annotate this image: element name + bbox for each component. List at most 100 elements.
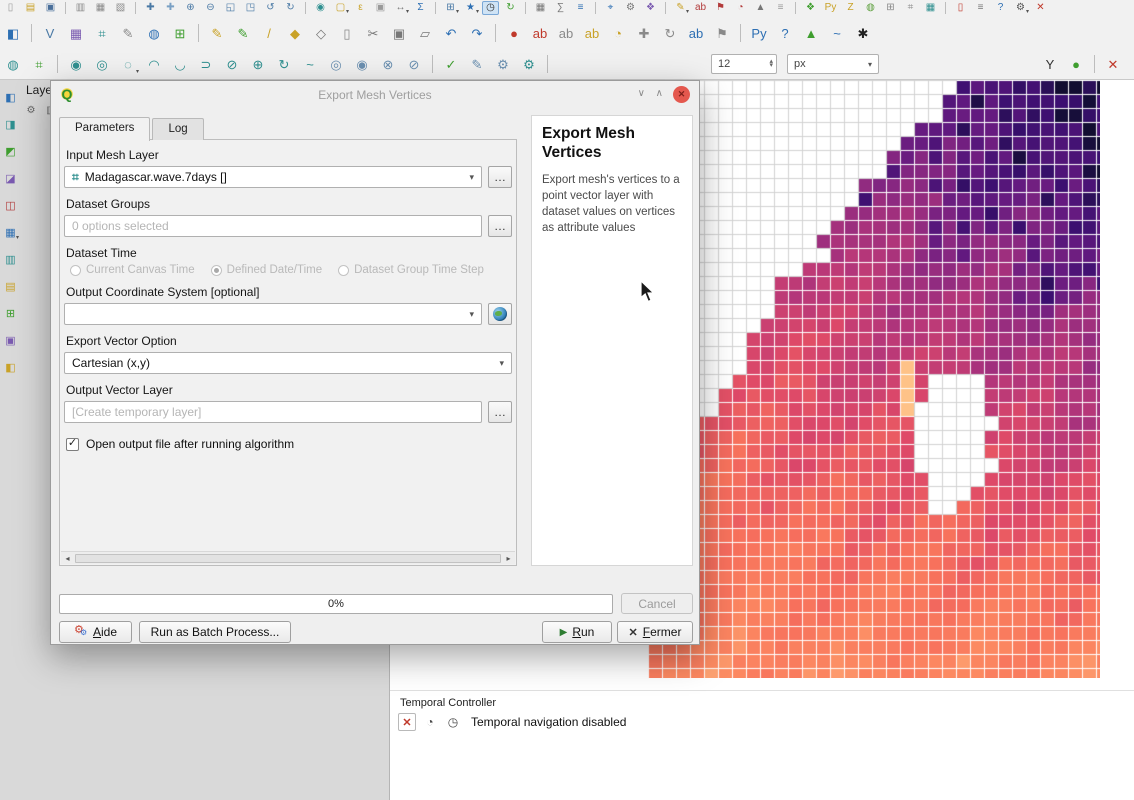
move-label-icon[interactable]: ✚ xyxy=(633,22,655,44)
add-mssql-layer-icon[interactable]: ◪ xyxy=(2,171,19,187)
add-oracle-layer-icon[interactable]: ◫ xyxy=(2,198,19,214)
attribute-table-icon[interactable]: ▦ xyxy=(532,1,549,15)
log-icon[interactable]: ≡ xyxy=(972,1,989,15)
log-messages-icon[interactable]: ▯ xyxy=(952,1,969,15)
rotate-feature-icon[interactable]: ↻ xyxy=(273,53,295,75)
add-vector-layer-icon[interactable]: V xyxy=(39,22,61,44)
geometry-checker-icon[interactable]: ◉ xyxy=(65,53,87,75)
digitize-line-icon[interactable]: / xyxy=(258,22,280,44)
db-manager-icon[interactable]: ▦ xyxy=(922,1,939,15)
scale-bar-icon[interactable]: ≡ xyxy=(772,1,789,15)
close-button[interactable]: ✕ Fermer xyxy=(617,621,693,643)
output-vector-layer-browse-button[interactable]: … xyxy=(488,401,512,423)
input-mesh-layer-browse-button[interactable]: … xyxy=(488,166,512,188)
dataset-groups-field[interactable]: 0 options selected xyxy=(64,215,482,237)
add-mesh-layer-icon[interactable]: ⌗ xyxy=(91,22,113,44)
run-button[interactable]: ▶ Run xyxy=(542,621,612,643)
radio-defined-date-time[interactable]: Defined Date/Time xyxy=(211,264,322,276)
topology-checker-icon[interactable]: ◎ xyxy=(91,53,113,75)
new-3d-map-icon[interactable]: ▲ xyxy=(800,22,822,44)
reshape-features-icon[interactable]: ⊃ xyxy=(195,53,217,75)
horizontal-scrollbar[interactable]: ◂ ▸ xyxy=(61,551,515,564)
map-tips-icon[interactable]: ab xyxy=(692,1,709,15)
rotate-label-icon[interactable]: ↻ xyxy=(659,22,681,44)
fill-ring-icon[interactable]: ◉ xyxy=(351,53,373,75)
elevation-profile-icon[interactable]: ~ xyxy=(826,22,848,44)
field-calculator-icon[interactable]: ∑ xyxy=(552,1,569,15)
open-output-checkbox[interactable]: ✓ Open output file after running algorit… xyxy=(66,437,512,451)
select-features-icon[interactable]: ▢▾ xyxy=(332,1,349,15)
help-icon[interactable]: ? xyxy=(774,22,796,44)
spinner-arrows-icon[interactable]: ▴▾ xyxy=(769,60,773,68)
redo-icon[interactable]: ↷ xyxy=(466,22,488,44)
unit-combo[interactable]: px ▾ xyxy=(787,54,879,74)
snapping-options-icon[interactable]: ◌▾ xyxy=(117,53,139,75)
chevron-up-icon[interactable]: ∧ xyxy=(656,88,663,99)
layers-options-icon[interactable]: ⚙ xyxy=(24,104,38,118)
delete-part-icon[interactable]: ⊘ xyxy=(403,53,425,75)
spin-down-icon[interactable]: ▾ xyxy=(769,64,773,68)
trace-icon[interactable]: ◠ xyxy=(143,53,165,75)
zoom-last-icon[interactable]: ↺ xyxy=(262,1,279,15)
model-designer-icon[interactable]: ⚙ xyxy=(492,53,514,75)
add-feature-icon[interactable]: ◆ xyxy=(284,22,306,44)
new-project-icon[interactable]: ▯ xyxy=(2,1,19,15)
add-wfs-layer-icon[interactable]: ▥ xyxy=(2,252,19,268)
save-project-icon[interactable]: ▣ xyxy=(42,1,59,15)
tab-log[interactable]: Log xyxy=(152,118,203,140)
cancel-button[interactable]: Cancel xyxy=(621,593,693,614)
new-map-view-icon[interactable]: ⊞▾ xyxy=(442,1,459,15)
deselect-features-icon[interactable]: ▣ xyxy=(372,1,389,15)
annotation-icon[interactable]: ✎▾ xyxy=(672,1,689,15)
scroll-left-icon[interactable]: ◂ xyxy=(61,554,74,563)
tab-parameters[interactable]: Parameters xyxy=(59,117,150,141)
add-spatialite-layer-icon[interactable]: ◩ xyxy=(2,144,19,160)
label-abc-red-icon[interactable]: ab xyxy=(529,22,551,44)
add-ring-icon[interactable]: ◎ xyxy=(325,53,347,75)
merge-features-icon[interactable]: ⊕ xyxy=(247,53,269,75)
processing-toolbox-icon[interactable]: ⚙ xyxy=(622,1,639,15)
zoom-out-icon[interactable]: ⊖ xyxy=(202,1,219,15)
georeferencer-icon[interactable]: ⊞ xyxy=(882,1,899,15)
style-manager-icon[interactable]: ❖ xyxy=(642,1,659,15)
new-bookmark-icon[interactable]: ⚑ xyxy=(712,1,729,15)
raster-calculator-icon[interactable]: ⌗ xyxy=(902,1,919,15)
zoom-in-icon[interactable]: ⊕ xyxy=(182,1,199,15)
close-icon[interactable]: ✕ xyxy=(673,86,690,103)
decorations-icon[interactable]: ◔ xyxy=(732,1,749,15)
plugins-icon[interactable]: ❖ xyxy=(802,1,819,15)
save-edits-icon[interactable]: ✎ xyxy=(232,22,254,44)
copy-features-icon[interactable]: ▣ xyxy=(388,22,410,44)
temporal-disabled-icon[interactable]: ✕ xyxy=(398,713,416,731)
add-point-cloud-icon[interactable]: ⊞ xyxy=(169,22,191,44)
add-wms-layer-icon[interactable]: ▦▾ xyxy=(2,225,19,241)
browser-panel-icon[interactable]: ◧ xyxy=(2,90,19,106)
remove-tool-icon[interactable]: ✕ xyxy=(1102,53,1124,75)
metasearch-icon[interactable]: ◍ xyxy=(2,53,24,75)
new-layout-icon[interactable]: ▦ xyxy=(92,1,109,15)
select-crs-button[interactable] xyxy=(488,303,512,325)
zoom-native-icon[interactable]: ◱ xyxy=(222,1,239,15)
statistical-summary-icon[interactable]: Σ xyxy=(412,1,429,15)
run-as-batch-button[interactable]: Run as Batch Process... xyxy=(139,621,291,643)
layer-labeling-icon[interactable]: ab xyxy=(555,22,577,44)
scrollbar-thumb[interactable] xyxy=(75,554,501,563)
python-icon[interactable]: Py xyxy=(822,1,839,15)
add-web-layer-icon[interactable]: ◍ xyxy=(143,22,165,44)
add-postgis-layer-icon[interactable]: ◨ xyxy=(2,117,19,133)
map-theme-icon[interactable]: ● xyxy=(1065,53,1087,75)
input-mesh-layer-combo[interactable]: ⌗ Madagascar.wave.7days [] ▾ xyxy=(64,166,482,188)
label-highlight-icon[interactable]: ab xyxy=(581,22,603,44)
temporal-fixed-range-icon[interactable]: ◔ xyxy=(421,713,439,731)
scroll-right-icon[interactable]: ▸ xyxy=(502,554,515,563)
help-contents-icon[interactable]: ? xyxy=(992,1,1009,15)
pin-label-icon[interactable]: ⚑ xyxy=(711,22,733,44)
open-project-icon[interactable]: ▤ xyxy=(22,1,39,15)
paste-features-icon[interactable]: ▱ xyxy=(414,22,436,44)
batch-gear-icon[interactable]: ⚙ xyxy=(518,53,540,75)
output-vector-layer-field[interactable]: [Create temporary layer] xyxy=(64,401,482,423)
add-wcs-layer-icon[interactable]: ▤ xyxy=(2,279,19,295)
pan-map-icon[interactable]: ✚ xyxy=(142,1,159,15)
temporal-controller-icon[interactable]: ◷ xyxy=(482,1,499,15)
delete-selected-icon[interactable]: ▯ xyxy=(336,22,358,44)
